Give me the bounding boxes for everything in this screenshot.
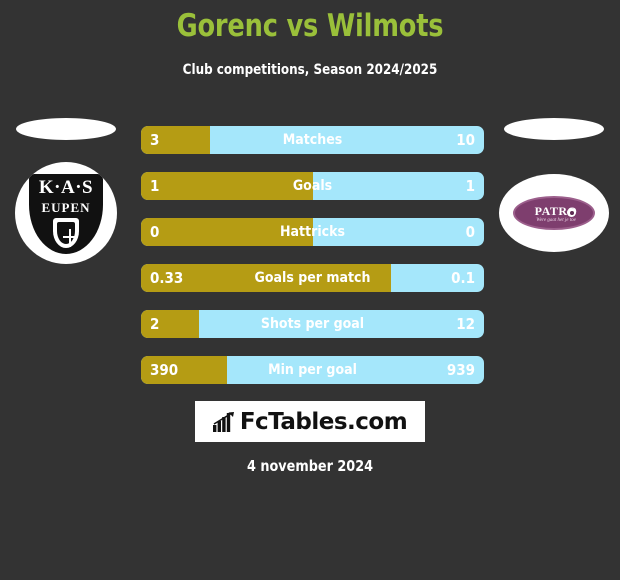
crest-club-city: EUPEN (41, 200, 91, 215)
away-value: 1 (465, 177, 475, 195)
table-row: 3 Matches 10 (141, 126, 484, 154)
away-value: 10 (456, 131, 475, 149)
stat-label: Shots per goal (260, 316, 365, 332)
away-value: 0.1 (451, 269, 475, 287)
away-logo-ellipse-decoration (504, 118, 604, 140)
table-row: 0.33 Goals per match 0.1 (141, 264, 484, 292)
away-club-logo-area: PATRO Were gaat het je toe (494, 118, 614, 288)
table-row: 0 Hattricks 0 (141, 218, 484, 246)
stat-label: Goals per match (254, 270, 371, 286)
home-logo-ellipse-decoration (16, 118, 116, 140)
away-value: 12 (456, 315, 475, 333)
fctables-brand-text: FcTables.com (239, 408, 408, 435)
stats-comparison-list: 3 Matches 10 1 Goals 1 0 Hattricks 0 0.3… (141, 126, 484, 402)
stat-label: Min per goal (268, 362, 357, 378)
stat-label: Goals (292, 178, 333, 194)
crest-cross-horizontal (63, 236, 77, 238)
stat-label: Matches (282, 132, 343, 148)
patro-badge-text: PATRO (534, 204, 578, 218)
report-date: 4 november 2024 (246, 457, 374, 475)
away-value: 939 (446, 361, 475, 379)
away-club-badge: PATRO Were gaat het je toe (499, 174, 609, 252)
football-icon (567, 208, 576, 217)
table-row: 2 Shots per goal 12 (141, 310, 484, 338)
table-row: 390 Min per goal 939 (141, 356, 484, 384)
kas-eupen-crest-icon: K·A·S EUPEN (29, 174, 103, 254)
crest-cross-vertical (69, 229, 71, 247)
home-club-logo-area: K·A·S EUPEN (6, 118, 126, 288)
page-title: Gorenc vs Wilmots (176, 8, 444, 44)
patro-badge-tagline: Were gaat het je toe (536, 218, 576, 223)
fctables-logo[interactable]: FcTables.com (195, 401, 425, 442)
table-row: 1 Goals 1 (141, 172, 484, 200)
stat-label: Hattricks (280, 224, 345, 240)
crest-club-initials: K·A·S (38, 177, 94, 198)
patro-oval-badge-icon: PATRO Were gaat het je toe (513, 196, 595, 230)
page-subtitle: Club competitions, Season 2024/2025 (182, 62, 438, 78)
bar-chart-icon (212, 411, 234, 432)
crest-inner-mark (57, 222, 77, 247)
away-value: 0 (465, 223, 475, 241)
home-club-badge: K·A·S EUPEN (15, 162, 117, 264)
